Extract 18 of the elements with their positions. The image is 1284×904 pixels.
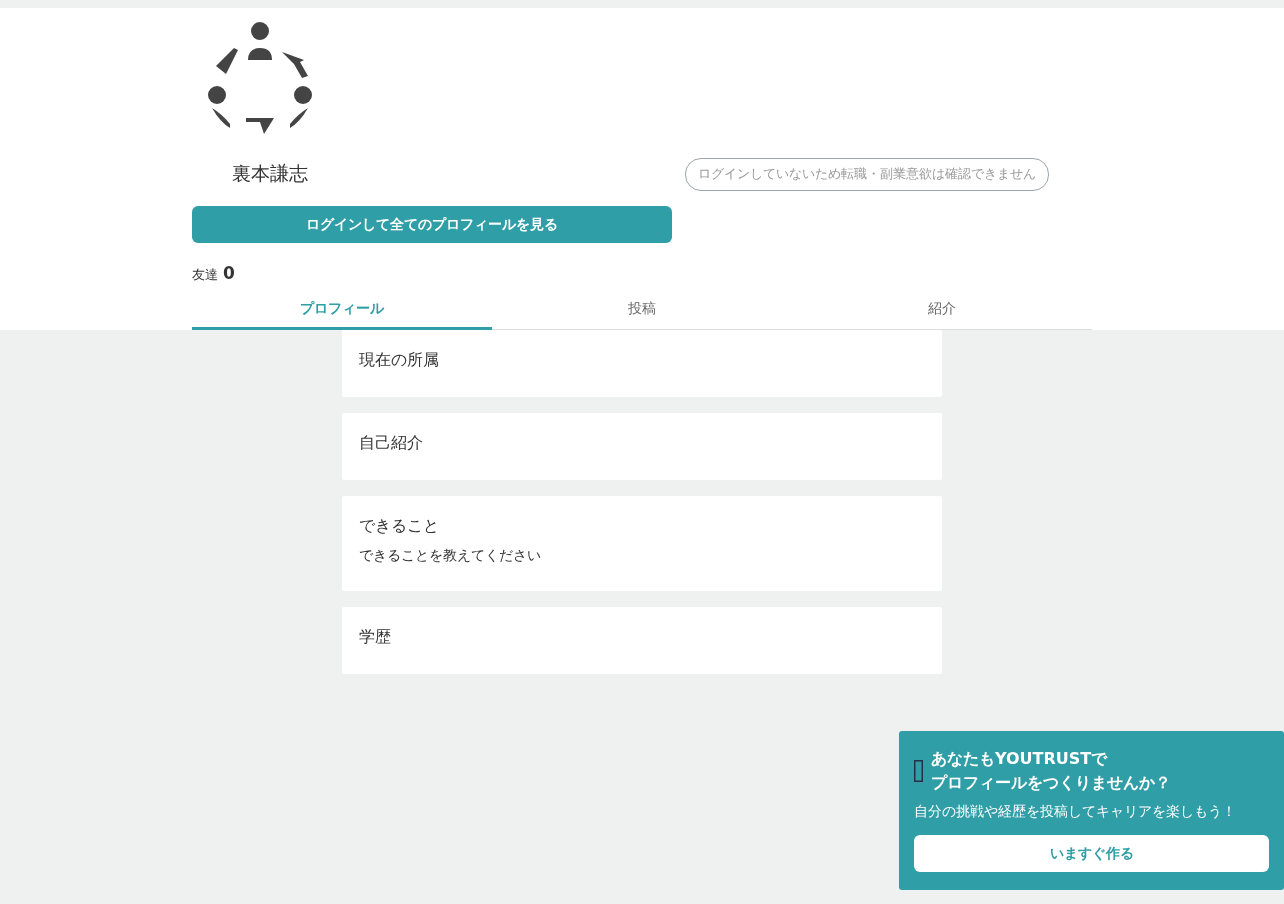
section-title: 学歴 <box>359 627 392 648</box>
profile-tab[interactable]: 紹介 <box>792 290 1092 330</box>
banner-text: 自分の挑戦や経歴を投稿してキャリアを楽しもう！ <box>914 803 1237 821</box>
create-now-button[interactable]: いますぐ作る <box>914 835 1269 872</box>
section-text: できることを教えてください <box>359 547 542 565</box>
friends-count: 0 <box>223 263 235 283</box>
section-title: 現在の所属 <box>359 350 440 371</box>
status-note: ログインしていないため転職・副業意欲は確認できません <box>685 157 1049 191</box>
profile-tab[interactable]: 投稿 <box>492 290 792 330</box>
banner-title: あなたもYOUTRUSTで <box>931 748 1109 770</box>
login-button[interactable]: ログインして全てのプロフィールを見る <box>192 206 672 243</box>
people-cycle-icon <box>208 22 312 134</box>
box-icon <box>914 760 923 782</box>
section-title: できること <box>359 516 440 537</box>
banner-title: プロフィールをつくりませんか？ <box>931 772 1171 794</box>
section-title: 自己紹介 <box>359 433 424 454</box>
friends-label: 友達 <box>192 266 218 284</box>
user-name: 裏本謙志 <box>232 161 308 186</box>
